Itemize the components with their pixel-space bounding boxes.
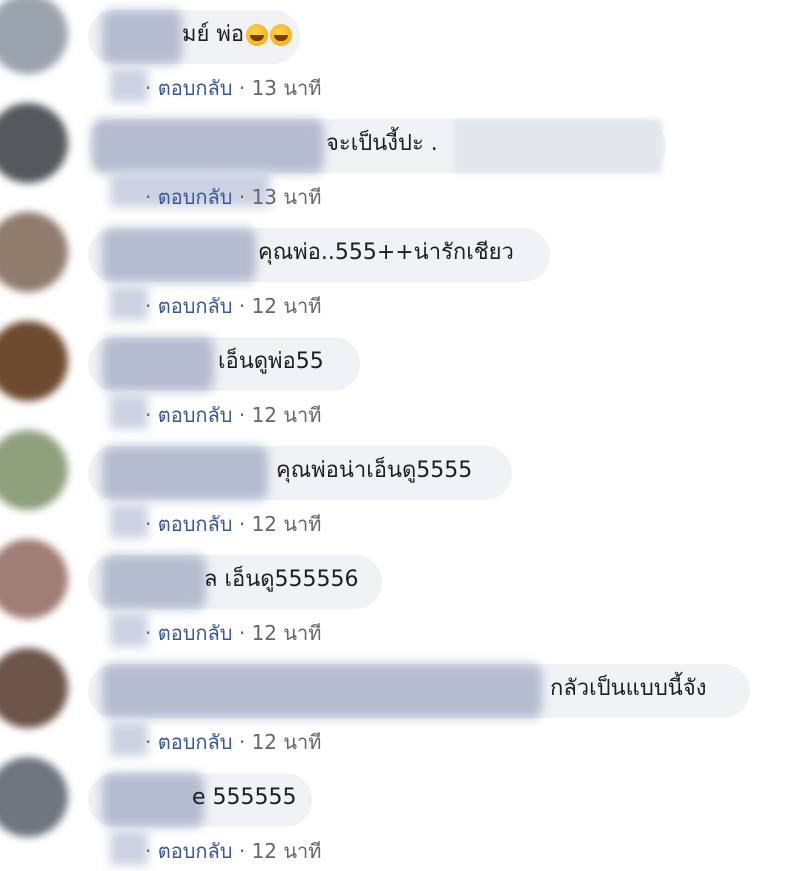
blurred-author-name[interactable] bbox=[102, 664, 542, 718]
comment-text: เอ็นดูพ่อ55 bbox=[218, 349, 324, 374]
avatar[interactable] bbox=[0, 757, 68, 837]
timestamp[interactable]: 12 นาที bbox=[252, 621, 322, 645]
comment-text: คุณพ่อน่าเอ็นดู5555 bbox=[276, 458, 473, 483]
reply-button[interactable]: ตอบกลับ bbox=[158, 185, 233, 209]
comment-text: e 555555 bbox=[192, 785, 297, 810]
blurred-like-count bbox=[110, 286, 148, 320]
comment-item: กลัวเป็นแบบนี้จัง · ตอบกลับ · 12 นาที bbox=[0, 648, 800, 762]
timestamp[interactable]: 12 นาที bbox=[252, 403, 322, 427]
comment-text-value: มย์ พ่อ bbox=[182, 22, 245, 47]
blurred-like-count bbox=[110, 722, 148, 756]
reply-button[interactable]: ตอบกลับ bbox=[158, 839, 233, 863]
comment-item: ล เอ็นดู555556 · ตอบกลับ · 12 นาที bbox=[0, 539, 800, 653]
meta-separator: · bbox=[145, 185, 152, 209]
comment-item: จะเป็นงี้ปะ . · ตอบกลับ · 13 นาที bbox=[0, 103, 800, 217]
reply-button[interactable]: ตอบกลับ bbox=[158, 512, 233, 536]
comment-meta: · ตอบกลับ · 13 นาที bbox=[145, 72, 321, 104]
comment-item: คุณพ่อ..555++น่ารักเชียว · ตอบกลับ · 12 … bbox=[0, 212, 800, 326]
timestamp[interactable]: 12 นาที bbox=[252, 730, 322, 754]
comment-meta: · ตอบกลับ · 12 นาที bbox=[145, 290, 321, 322]
avatar[interactable] bbox=[0, 321, 68, 401]
blurred-like-count bbox=[110, 395, 148, 429]
comment-meta: · ตอบกลับ · 12 นาที bbox=[145, 617, 321, 649]
avatar[interactable] bbox=[0, 212, 68, 292]
comment-bubble: กลัวเป็นแบบนี้จัง bbox=[88, 664, 750, 718]
meta-separator: · bbox=[145, 839, 152, 863]
meta-separator: · bbox=[238, 76, 246, 100]
comment-item: เอ็นดูพ่อ55 · ตอบกลับ · 12 นาที bbox=[0, 321, 800, 435]
avatar[interactable] bbox=[0, 648, 68, 728]
comment-bubble: คุณพ่อ..555++น่ารักเชียว bbox=[88, 228, 550, 282]
meta-separator: · bbox=[238, 294, 246, 318]
avatar[interactable] bbox=[0, 539, 68, 619]
comment-bubble: เอ็นดูพ่อ55 bbox=[88, 337, 360, 391]
meta-separator: · bbox=[238, 730, 246, 754]
meta-separator: · bbox=[238, 621, 246, 645]
timestamp[interactable]: 13 นาที bbox=[252, 185, 322, 209]
comment-meta: · ตอบกลับ · 12 นาที bbox=[145, 399, 321, 431]
comment-text: จะเป็นงี้ปะ . bbox=[326, 131, 438, 156]
reply-button[interactable]: ตอบกลับ bbox=[158, 730, 233, 754]
avatar[interactable] bbox=[0, 0, 68, 74]
timestamp[interactable]: 12 นาที bbox=[252, 512, 322, 536]
comment-bubble: e 555555 bbox=[88, 773, 312, 827]
avatar[interactable] bbox=[0, 430, 68, 510]
rolling-laughing-emoji-icon bbox=[270, 24, 293, 46]
comment-text: มย์ พ่อ bbox=[182, 22, 293, 48]
meta-separator: · bbox=[145, 621, 152, 645]
comment-text: คุณพ่อ..555++น่ารักเชียว bbox=[258, 240, 514, 265]
blurred-like-count bbox=[110, 831, 148, 865]
meta-separator: · bbox=[238, 512, 246, 536]
blurred-author-name[interactable] bbox=[102, 555, 206, 609]
timestamp[interactable]: 13 นาที bbox=[252, 76, 322, 100]
comment-bubble: จะเป็นงี้ปะ . bbox=[88, 119, 666, 173]
blurred-author-name[interactable] bbox=[102, 10, 182, 64]
meta-separator: · bbox=[145, 403, 152, 427]
blurred-mention[interactable] bbox=[454, 119, 662, 173]
meta-separator: · bbox=[145, 294, 152, 318]
blurred-like-count bbox=[110, 68, 148, 102]
meta-separator: · bbox=[145, 512, 152, 536]
comment-meta: · ตอบกลับ · 13 นาที bbox=[145, 181, 321, 213]
comment-meta: · ตอบกลับ · 12 นาที bbox=[145, 835, 321, 867]
meta-separator: · bbox=[238, 185, 246, 209]
timestamp[interactable]: 12 นาที bbox=[252, 839, 322, 863]
timestamp[interactable]: 12 นาที bbox=[252, 294, 322, 318]
avatar[interactable] bbox=[0, 103, 68, 183]
comment-item: มย์ พ่อ · ตอบกลับ · 13 นาที bbox=[0, 0, 800, 108]
comment-bubble: คุณพ่อน่าเอ็นดู5555 bbox=[88, 446, 512, 500]
comment-item: e 555555 · ตอบกลับ · 12 นาที bbox=[0, 757, 800, 871]
blurred-author-name[interactable] bbox=[102, 773, 204, 827]
reply-button[interactable]: ตอบกลับ bbox=[158, 76, 233, 100]
meta-separator: · bbox=[145, 76, 152, 100]
meta-separator: · bbox=[238, 839, 246, 863]
blurred-like-count bbox=[110, 613, 148, 647]
reply-button[interactable]: ตอบกลับ bbox=[158, 294, 233, 318]
blurred-like-count bbox=[110, 504, 148, 538]
meta-separator: · bbox=[238, 403, 246, 427]
blurred-author-name[interactable] bbox=[102, 337, 214, 391]
blurred-author-name[interactable] bbox=[92, 119, 324, 173]
blurred-author-name[interactable] bbox=[102, 228, 256, 282]
comment-meta: · ตอบกลับ · 12 นาที bbox=[145, 508, 321, 540]
rolling-laughing-emoji-icon bbox=[246, 24, 269, 46]
blurred-author-name[interactable] bbox=[102, 446, 268, 500]
comment-bubble: ล เอ็นดู555556 bbox=[88, 555, 382, 609]
comment-text: กลัวเป็นแบบนี้จัง bbox=[550, 676, 707, 701]
comment-bubble: มย์ พ่อ bbox=[88, 10, 300, 64]
reply-button[interactable]: ตอบกลับ bbox=[158, 621, 233, 645]
reply-button[interactable]: ตอบกลับ bbox=[158, 403, 233, 427]
comment-text: ล เอ็นดู555556 bbox=[204, 567, 359, 592]
comment-meta: · ตอบกลับ · 12 นาที bbox=[145, 726, 321, 758]
meta-separator: · bbox=[145, 730, 152, 754]
comment-item: คุณพ่อน่าเอ็นดู5555 · ตอบกลับ · 12 นาที bbox=[0, 430, 800, 544]
